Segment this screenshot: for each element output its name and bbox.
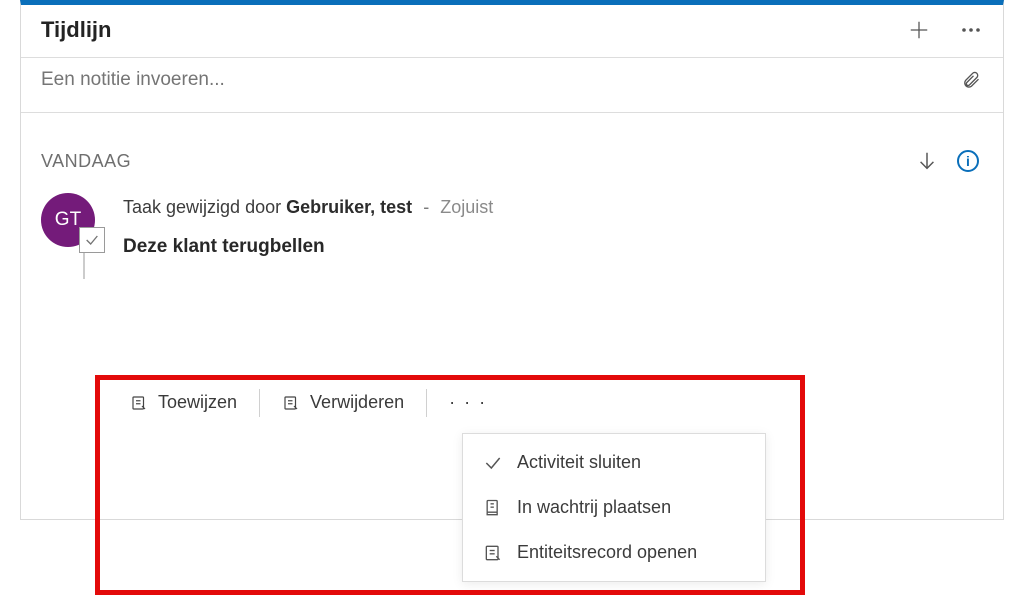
sort-button[interactable] xyxy=(915,149,939,173)
more-horizontal-icon xyxy=(959,18,983,42)
entry-dash: - xyxy=(417,197,435,217)
entry-time: Zojuist xyxy=(440,197,493,217)
more-button[interactable] xyxy=(959,18,983,42)
plus-icon xyxy=(908,19,930,41)
delete-icon xyxy=(282,394,300,412)
paperclip-icon xyxy=(961,68,981,92)
task-badge xyxy=(79,227,105,253)
assign-button[interactable]: Toewijzen xyxy=(108,386,259,419)
entry-body: Taak gewijzigd door Gebruiker, test - Zo… xyxy=(95,193,493,258)
assign-label: Toewijzen xyxy=(158,392,237,413)
avatar-initials: GT xyxy=(55,209,81,231)
timeline-entry[interactable]: GT Taak gewijzigd door Gebruiker, test -… xyxy=(21,175,1003,258)
timeline-title: Tijdlijn xyxy=(41,17,907,43)
check-icon xyxy=(483,453,503,473)
check-icon xyxy=(84,232,100,248)
entry-title: Deze klant terugbellen xyxy=(123,236,493,258)
menu-item-open-record[interactable]: Entiteitsrecord openen xyxy=(463,530,765,575)
info-button[interactable]: i xyxy=(957,150,979,172)
menu-item-close-activity[interactable]: Activiteit sluiten xyxy=(463,440,765,485)
add-button[interactable] xyxy=(907,18,931,42)
section-actions: i xyxy=(915,149,979,173)
timeline-header-actions xyxy=(907,18,983,42)
entry-prefix: Taak gewijzigd door xyxy=(123,197,281,217)
section-label-today: VANDAAG xyxy=(41,151,915,172)
menu-label-queue: In wachtrij plaatsen xyxy=(517,497,671,518)
info-icon: i xyxy=(966,153,970,169)
entry-toolbar: Toewijzen Verwijderen · · · xyxy=(108,386,788,419)
delete-label: Verwijderen xyxy=(310,392,404,413)
note-input-row xyxy=(21,58,1003,113)
timeline-header: Tijdlijn xyxy=(21,5,1003,58)
menu-item-queue[interactable]: In wachtrij plaatsen xyxy=(463,485,765,530)
section-header: VANDAAG i xyxy=(21,113,1003,175)
delete-button[interactable]: Verwijderen xyxy=(260,386,426,419)
avatar: GT xyxy=(41,193,95,247)
queue-icon xyxy=(483,498,503,518)
attachment-button[interactable] xyxy=(959,68,983,92)
note-input[interactable] xyxy=(41,69,959,91)
arrow-down-icon xyxy=(916,148,938,174)
menu-label-close-activity: Activiteit sluiten xyxy=(517,452,641,473)
more-horizontal-icon: · · · xyxy=(449,392,487,412)
menu-label-open-record: Entiteitsrecord openen xyxy=(517,542,697,563)
context-menu: Activiteit sluiten In wachtrij plaatsen … xyxy=(462,433,766,582)
toolbar-more-button[interactable]: · · · xyxy=(427,386,509,419)
entry-meta: Taak gewijzigd door Gebruiker, test - Zo… xyxy=(123,197,493,218)
assign-icon xyxy=(130,394,148,412)
entry-user: Gebruiker, test xyxy=(286,197,412,217)
record-icon xyxy=(483,543,503,563)
